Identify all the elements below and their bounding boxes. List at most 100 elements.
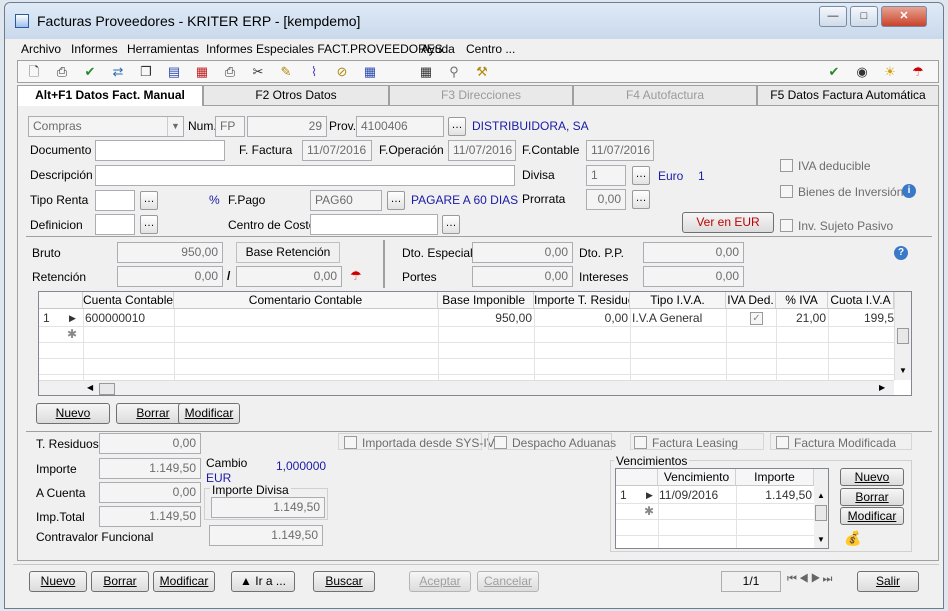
prorrata-lookup-button[interactable]: …	[632, 190, 650, 209]
printer-icon[interactable]: ⎙	[222, 64, 238, 80]
scroll-thumb[interactable]	[897, 328, 909, 344]
footer-salir-button[interactable]: Salir	[857, 571, 919, 592]
footer-ira-button[interactable]: ▲ Ir a ...	[231, 571, 295, 592]
close-button[interactable]: ✕	[881, 6, 927, 27]
check-icon[interactable]: ✔	[82, 64, 98, 80]
menu-informes[interactable]: Informes	[71, 42, 118, 56]
help-icon[interactable]: ☂	[910, 64, 926, 80]
definicion-field[interactable]	[95, 214, 135, 235]
tools-icon[interactable]: ⚒	[474, 64, 490, 80]
intereses-field[interactable]: 0,00	[643, 266, 744, 287]
f-factura-field[interactable]: 11/07/2016	[302, 140, 372, 161]
cell-cuota[interactable]: 199,5	[828, 310, 894, 326]
cut-icon[interactable]: ✂	[250, 64, 266, 80]
divisa-lookup-button[interactable]: …	[632, 166, 650, 185]
leasing-checkbox[interactable]	[634, 436, 647, 449]
fpago-field[interactable]: PAG60	[310, 190, 382, 211]
serie-field[interactable]: FP	[215, 116, 245, 137]
f-contable-field[interactable]: 11/07/2016	[586, 140, 654, 161]
tab-datos-factura-automatica[interactable]: F5 Datos Factura Automática	[757, 85, 939, 106]
tipo-renta-lookup-button[interactable]: …	[140, 191, 158, 210]
scroll-right-icon[interactable]: ▶	[879, 383, 885, 392]
importada-checkbox[interactable]	[344, 436, 357, 449]
clipboard-icon[interactable]: ✎	[278, 64, 294, 80]
maximize-button[interactable]: □	[850, 6, 878, 27]
footer-cancelar-button[interactable]: Cancelar	[477, 571, 539, 592]
inv-sujeto-pasivo-checkbox[interactable]	[780, 219, 793, 232]
help-icon[interactable]: ?	[894, 246, 908, 260]
horizontal-scrollbar[interactable]: ◀ ▶	[39, 380, 894, 395]
filter-icon[interactable]: ⚲	[446, 64, 462, 80]
cell-cuenta[interactable]: 600000010	[85, 310, 173, 326]
col-cuenta[interactable]: Cuenta Contable	[83, 292, 174, 309]
pdf-icon[interactable]: ▦	[194, 64, 210, 80]
col-importe[interactable]: Importe	[736, 469, 814, 486]
prorrata-field[interactable]: 0,00	[586, 189, 626, 210]
dto-especial-field[interactable]: 0,00	[472, 242, 573, 263]
col-iva-ded[interactable]: IVA Ded.	[726, 292, 776, 309]
tab-datos-fact-manual[interactable]: Alt+F1 Datos Fact. Manual	[17, 85, 203, 107]
col-tipo-iva[interactable]: Tipo I.V.A.	[630, 292, 726, 309]
line-nuevo-button[interactable]: Nuevo	[36, 403, 110, 424]
tip-icon[interactable]: ☀	[882, 64, 898, 80]
paperclip-icon[interactable]: ⊘	[334, 64, 350, 80]
portes-field[interactable]: 0,00	[472, 266, 573, 287]
venc-cell-fecha[interactable]: 11/09/2016	[659, 487, 735, 503]
col-base[interactable]: Base Imponible	[438, 292, 534, 309]
vertical-scrollbar[interactable]: ▼	[894, 292, 911, 380]
grid-icon[interactable]: ▦	[418, 64, 434, 80]
dto-pp-field[interactable]: 0,00	[643, 242, 744, 263]
f-operacion-field[interactable]: 11/07/2016	[448, 140, 516, 161]
modificada-checkbox[interactable]	[776, 436, 789, 449]
col-pct-iva[interactable]: % IVA	[776, 292, 828, 309]
calendar-icon[interactable]: ▦	[362, 64, 378, 80]
hscroll-thumb[interactable]	[99, 383, 115, 395]
pager-nav-icon[interactable]: ⏮◀▶⏭	[787, 573, 834, 586]
venc-nuevo-button[interactable]: Nuevo	[840, 468, 904, 486]
cell-pct-iva[interactable]: 21,00	[776, 310, 826, 326]
prov-code-field[interactable]: 4100406	[356, 116, 444, 137]
ver-en-eur-button[interactable]: Ver en EUR	[682, 212, 774, 233]
umbrella-icon[interactable]: ☂	[350, 268, 362, 284]
footer-aceptar-button[interactable]: Aceptar	[409, 571, 471, 592]
fpago-lookup-button[interactable]: …	[387, 191, 405, 210]
despacho-checkbox[interactable]	[494, 436, 507, 449]
bienes-inversion-checkbox[interactable]	[780, 185, 793, 198]
menu-archivo[interactable]: Archivo	[21, 42, 61, 56]
attach-icon[interactable]: ⌇	[306, 64, 322, 80]
menu-informes-especiales[interactable]: Informes Especiales FACT.PROVEEDORES	[206, 42, 443, 56]
venc-scroll-down-icon[interactable]: ▼	[817, 535, 825, 544]
venc-modificar-button[interactable]: Modificar	[840, 507, 904, 525]
footer-modificar-button[interactable]: Modificar	[153, 571, 215, 592]
numero-field[interactable]: 29	[247, 116, 327, 137]
tipo-renta-field[interactable]	[95, 190, 135, 211]
footer-nuevo-button[interactable]: Nuevo	[29, 571, 87, 592]
tab-otros-datos[interactable]: F2 Otros Datos	[203, 85, 389, 106]
scroll-down-icon[interactable]: ▼	[899, 366, 907, 375]
scroll-left-icon[interactable]: ◀	[87, 383, 93, 392]
iva-deducible-checkbox[interactable]	[780, 159, 793, 172]
venc-scroll-thumb[interactable]	[815, 505, 827, 521]
tipo-select[interactable]: Compras ▼	[28, 116, 184, 137]
venc-scrollbar[interactable]: ▲ ▼	[814, 469, 828, 548]
tab-direcciones[interactable]: F3 Direcciones	[389, 85, 573, 106]
centro-coste-lookup-button[interactable]: …	[442, 215, 460, 234]
documento-field[interactable]	[95, 140, 225, 161]
col-vencimiento[interactable]: Vencimiento	[658, 469, 736, 486]
col-residuos[interactable]: Importe T. Residuos	[534, 292, 630, 309]
menu-centro[interactable]: Centro ...	[466, 42, 515, 56]
base-retencion-field[interactable]: 0,00	[236, 266, 342, 287]
cell-tipo-iva[interactable]: I.V.A General	[632, 310, 724, 326]
definicion-lookup-button[interactable]: …	[140, 215, 158, 234]
divisa-field[interactable]: 1	[586, 165, 626, 186]
footer-buscar-button[interactable]: Buscar	[313, 571, 375, 592]
copy-icon[interactable]: ❐	[138, 64, 154, 80]
col-comentario[interactable]: Comentario Contable	[174, 292, 438, 309]
print-icon[interactable]: ⎙	[54, 64, 70, 80]
centro-coste-field[interactable]	[310, 214, 438, 235]
retencion-field[interactable]: 0,00	[117, 266, 223, 287]
footer-borrar-button[interactable]: Borrar	[91, 571, 149, 592]
menu-herramientas[interactable]: Herramientas	[127, 42, 199, 56]
view-icon[interactable]: ◉	[854, 64, 870, 80]
document-icon[interactable]: ▤	[166, 64, 182, 80]
